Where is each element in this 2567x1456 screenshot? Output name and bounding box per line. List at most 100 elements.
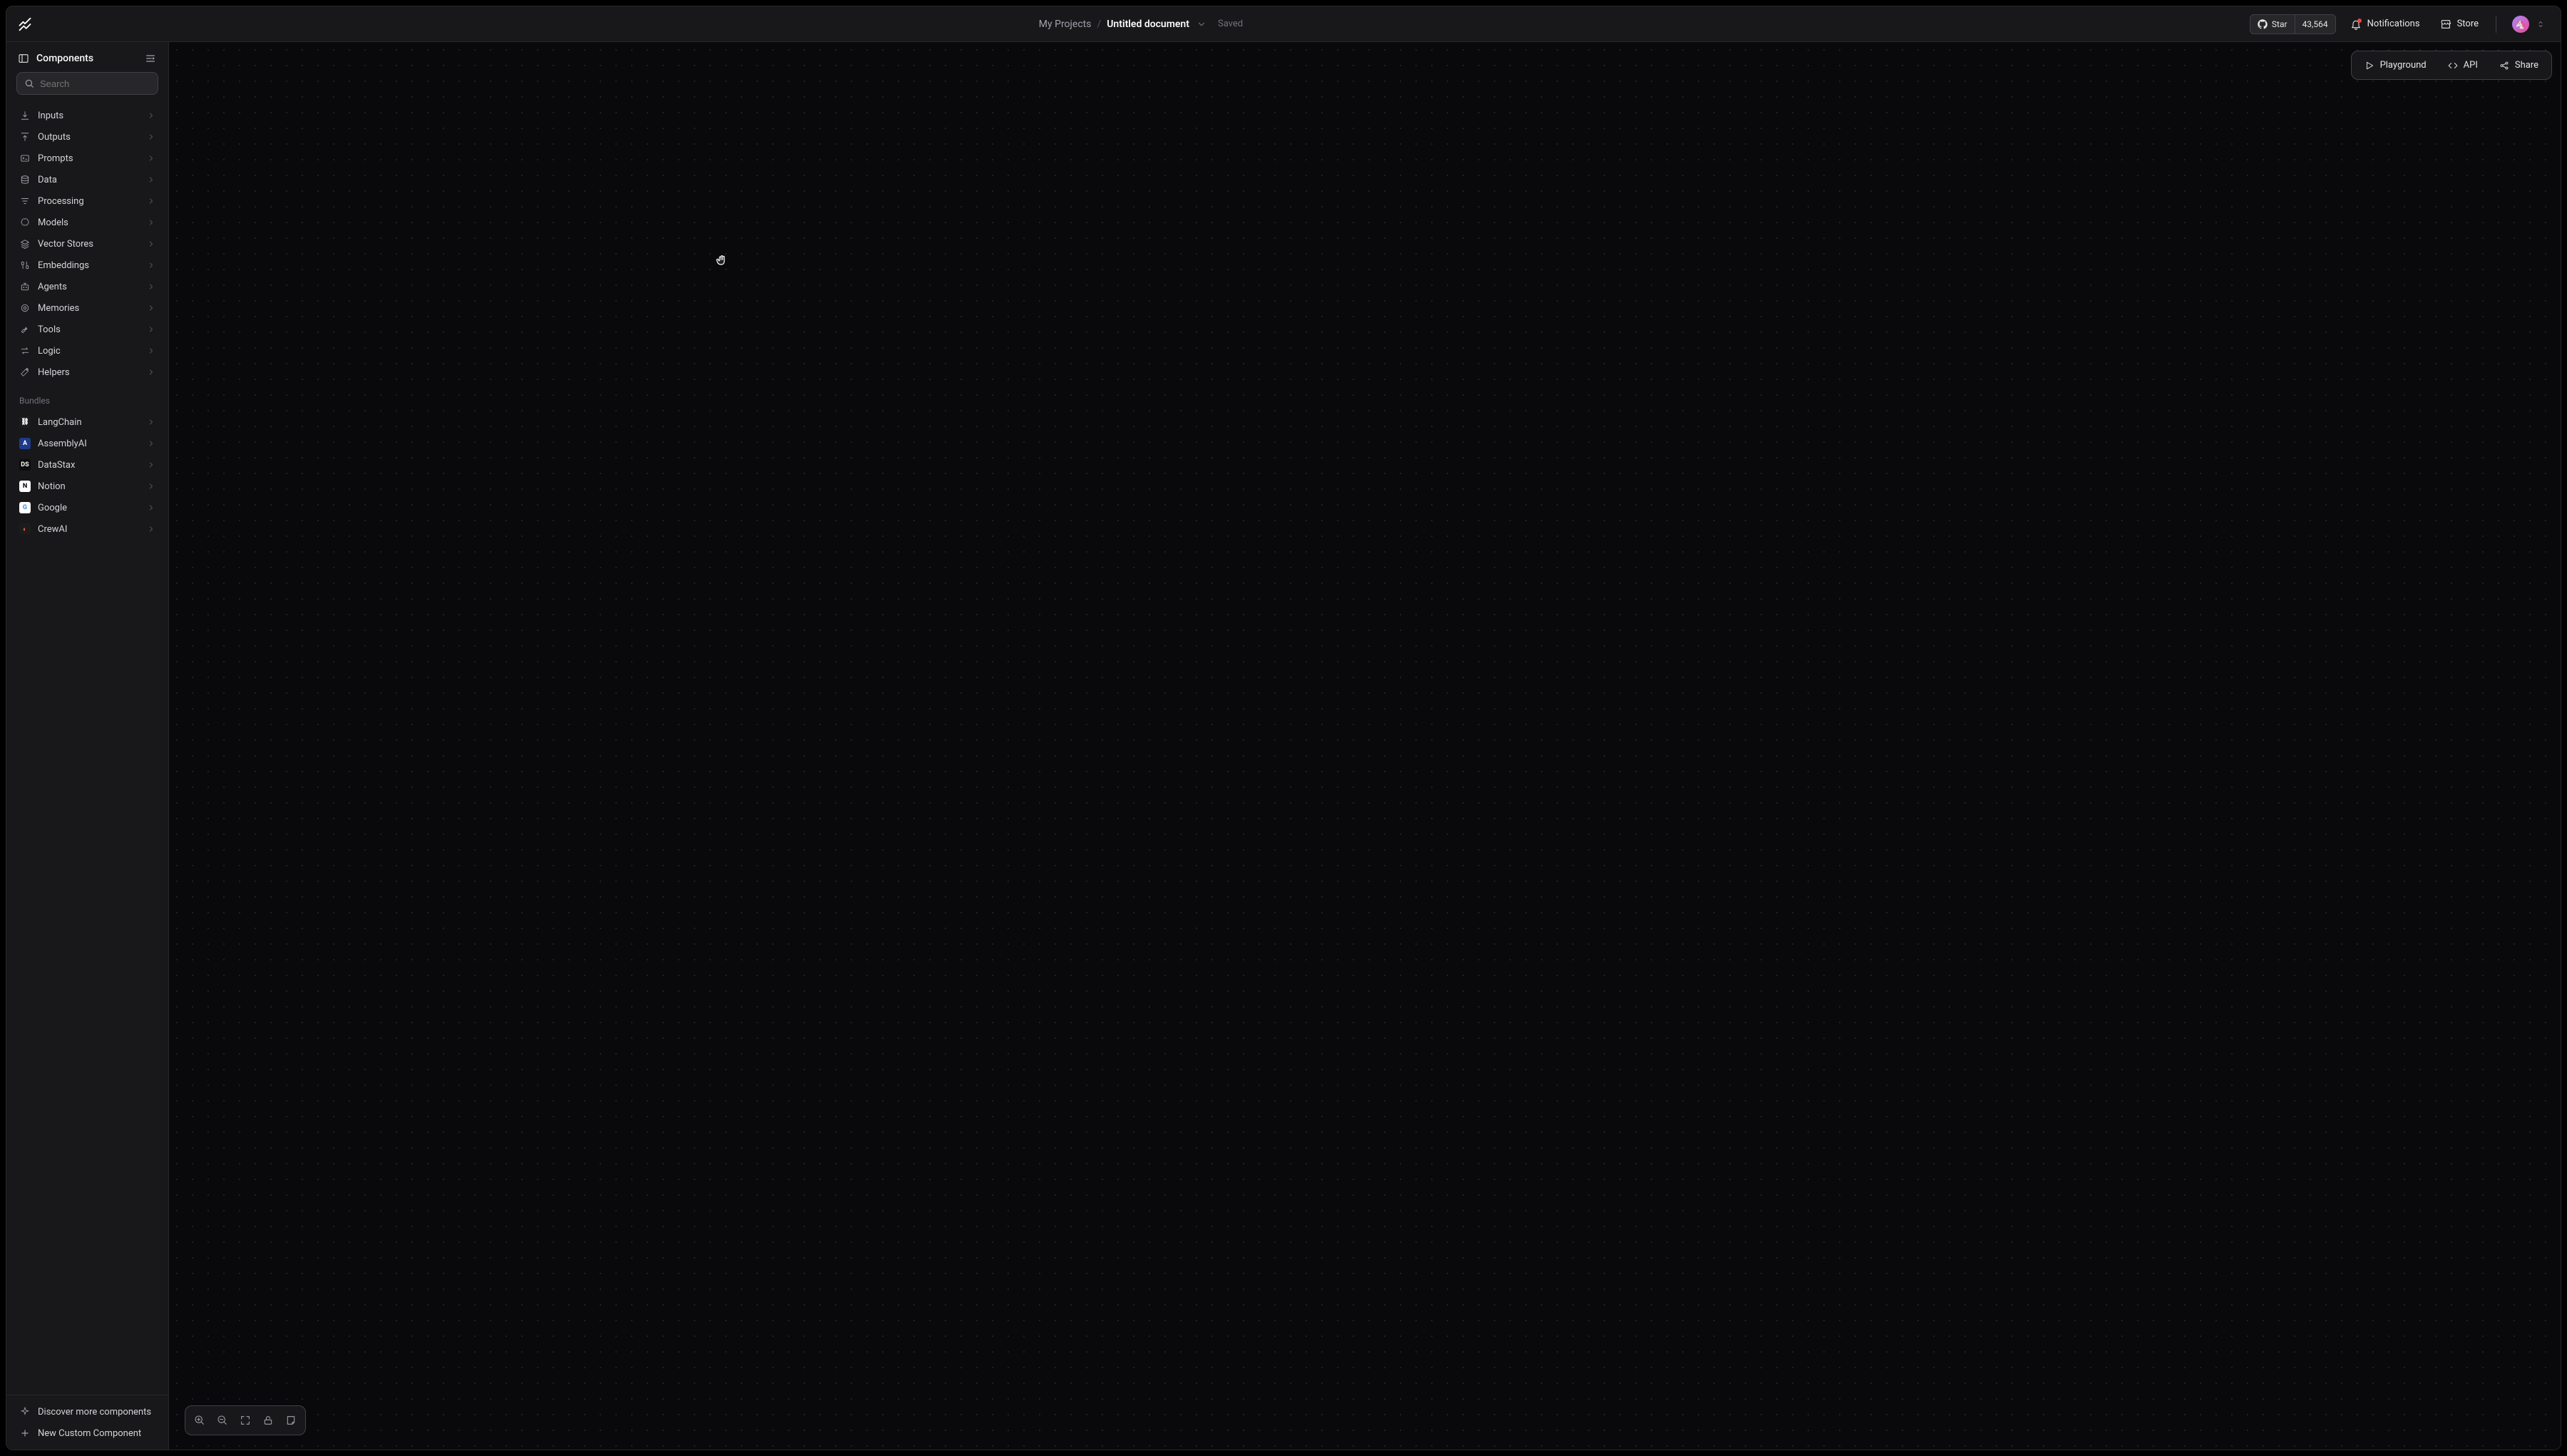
playground-button[interactable]: Playground: [2355, 54, 2437, 76]
category-item[interactable]: Vector Stores: [14, 233, 161, 255]
search-box[interactable]: /: [16, 72, 158, 95]
app-logo[interactable]: [18, 17, 32, 31]
body: Components / InputsOutputsPromptsDataPro…: [6, 42, 2561, 1450]
category-label: Agents: [38, 282, 140, 292]
zoom-out-button[interactable]: [212, 1410, 232, 1430]
breadcrumb-root[interactable]: My Projects: [1039, 19, 1092, 30]
sidebar-footer: Discover more components New Custom Comp…: [6, 1395, 168, 1450]
discover-components-button[interactable]: Discover more components: [14, 1401, 161, 1422]
chevron-right-icon: [147, 439, 155, 448]
sidebar-sliders-button[interactable]: [144, 52, 157, 65]
canvas-toolbar-bottom: [185, 1405, 306, 1435]
breadcrumb-current[interactable]: Untitled document: [1107, 19, 1189, 30]
category-label: Vector Stores: [38, 239, 140, 250]
bundles-section-label: Bundles: [14, 383, 161, 411]
category-item[interactable]: Tools: [14, 319, 161, 340]
binary-icon: [19, 260, 31, 271]
category-item[interactable]: Outputs: [14, 126, 161, 148]
lock-button[interactable]: [258, 1410, 278, 1430]
breadcrumb-separator: /: [1097, 19, 1101, 30]
category-item[interactable]: Models: [14, 212, 161, 233]
category-label: Logic: [38, 346, 140, 357]
breadcrumb: My Projects / Untitled document Saved: [41, 18, 2241, 31]
upload-icon: [19, 131, 31, 143]
category-label: Models: [38, 217, 140, 228]
chevron-right-icon: [147, 240, 155, 248]
app-frame: My Projects / Untitled document Saved St…: [6, 6, 2561, 1450]
share-button[interactable]: Share: [2489, 54, 2548, 76]
sidebar-scroll[interactable]: Inputs Outputs Prompts DataProcessing Models…: [6, 102, 168, 1395]
bundle-item[interactable]: GGoogle: [14, 497, 161, 518]
search-input[interactable]: [40, 78, 165, 89]
store-button[interactable]: Store: [2434, 14, 2484, 34]
notifications-label: Notifications: [2367, 19, 2420, 29]
google-icon: G: [19, 502, 31, 513]
play-icon: [2364, 61, 2374, 71]
avatar: 🦄: [2512, 16, 2529, 33]
download-icon: [19, 110, 31, 121]
category-item[interactable]: Memories: [14, 297, 161, 319]
category-item[interactable]: Inputs: [14, 105, 161, 126]
chevron-right-icon: [147, 175, 155, 184]
account-menu[interactable]: 🦄: [2508, 13, 2549, 36]
code-icon: [2448, 61, 2458, 71]
category-item[interactable]: Logic: [14, 340, 161, 362]
star-label: Star: [2272, 19, 2287, 29]
api-button[interactable]: API: [2438, 54, 2488, 76]
share-label: Share: [2515, 60, 2538, 71]
wand-icon: [19, 366, 31, 378]
bot-icon: [19, 281, 31, 292]
new-component-button[interactable]: New Custom Component: [14, 1422, 161, 1444]
discover-label: Discover more components: [38, 1407, 151, 1417]
chevron-right-icon: [147, 461, 155, 469]
chevron-right-icon: [147, 325, 155, 334]
chevron-right-icon: [147, 347, 155, 355]
bundle-item[interactable]: ⛓LangChain: [14, 411, 161, 433]
breadcrumb-menu-button[interactable]: [1195, 18, 1208, 31]
prompt-icon: [19, 153, 31, 164]
chevron-right-icon: [147, 261, 155, 270]
fit-view-button[interactable]: [235, 1410, 255, 1430]
bundle-item[interactable]: DSDataStax: [14, 454, 161, 476]
header: My Projects / Untitled document Saved St…: [6, 6, 2561, 42]
filter-icon: [19, 195, 31, 207]
bundle-label: AssemblyAI: [38, 439, 140, 449]
header-actions: Star 43,564 Notifications Store 🦄: [2250, 13, 2549, 36]
api-label: API: [2464, 60, 2478, 71]
bundle-item[interactable]: ◐CrewAI: [14, 518, 161, 540]
components-icon: [18, 53, 29, 64]
database-icon: [19, 174, 31, 185]
bundle-label: Notion: [38, 481, 140, 492]
zoom-in-button[interactable]: [190, 1410, 210, 1430]
bundle-item[interactable]: AAssemblyAI: [14, 433, 161, 454]
github-star-button[interactable]: Star 43,564: [2250, 14, 2336, 34]
sidebar: Components / InputsOutputsPromptsDataPro…: [6, 42, 169, 1450]
note-button[interactable]: [281, 1410, 301, 1430]
chevron-right-icon: [147, 418, 155, 426]
category-item[interactable]: Data: [14, 169, 161, 190]
playground-label: Playground: [2380, 60, 2427, 71]
category-label: Prompts: [38, 153, 140, 164]
notifications-button[interactable]: Notifications: [2345, 14, 2426, 34]
chevron-right-icon: [147, 482, 155, 491]
bundle-label: CrewAI: [38, 524, 140, 535]
star-count: 43,564: [2295, 15, 2335, 34]
brain-icon: [19, 217, 31, 228]
chevron-right-icon: [147, 111, 155, 120]
canvas[interactable]: [169, 42, 2561, 1450]
category-item[interactable]: Embeddings: [14, 255, 161, 276]
wrench-icon: [19, 324, 31, 335]
chevron-right-icon: [147, 503, 155, 512]
chevron-right-icon: [147, 133, 155, 141]
swap-icon: [19, 345, 31, 357]
category-label: Outputs: [38, 132, 140, 143]
chevron-right-icon: [147, 304, 155, 312]
category-item[interactable]: Prompts: [14, 148, 161, 169]
bundle-item[interactable]: NNotion: [14, 476, 161, 497]
search-wrap: /: [6, 72, 168, 102]
category-item[interactable]: Helpers: [14, 362, 161, 383]
category-item[interactable]: Agents: [14, 276, 161, 297]
sparkle-icon: [19, 1406, 31, 1417]
category-item[interactable]: Processing: [14, 190, 161, 212]
category-label: Inputs: [38, 111, 140, 121]
